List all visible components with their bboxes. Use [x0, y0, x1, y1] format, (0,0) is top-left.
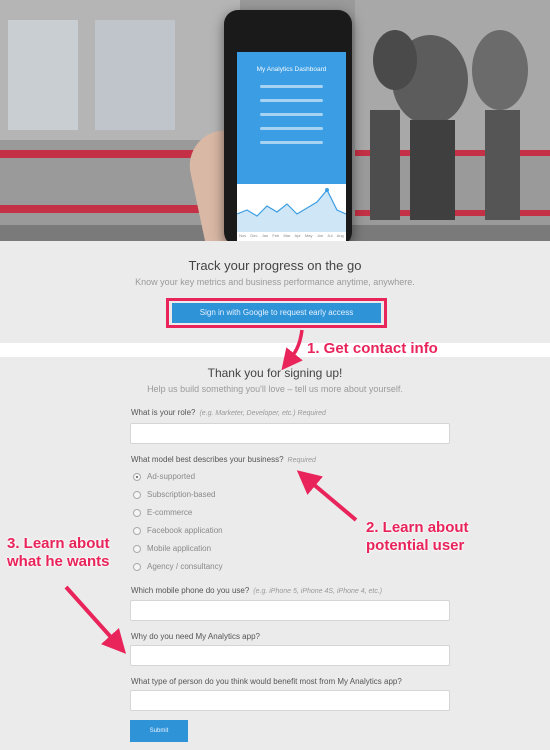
radio-label: Ad-supported	[147, 472, 196, 481]
phone-chart-month: Jan	[261, 233, 269, 238]
annotation-step3-line1: 3. Learn about	[7, 535, 110, 552]
radio-label: Facebook application	[147, 526, 223, 535]
radio-label: E-commerce	[147, 508, 193, 517]
model-hint: Required	[287, 457, 316, 464]
business-model-option[interactable]: Ad-supported	[133, 472, 195, 481]
business-model-option[interactable]: E-commerce	[133, 508, 192, 517]
phone-line-chart	[237, 188, 346, 232]
hero-image: My Analytics Dashboard Nov Dec Jan Feb Mar Ap…	[0, 0, 550, 241]
phone-chart-months: Nov Dec Jan Feb Mar Apr May Jun Jul Aug	[237, 233, 346, 238]
radio-button[interactable]	[133, 508, 141, 517]
who-input[interactable]	[130, 690, 450, 711]
business-model-option[interactable]: Facebook application	[133, 526, 223, 535]
arrow-step2	[296, 470, 358, 522]
phone-chart-month: Aug	[336, 233, 344, 238]
radio-button[interactable]	[133, 472, 141, 481]
phone-chart-month: Mar	[283, 233, 291, 238]
arrow-step3	[64, 585, 127, 654]
radio-label: Mobile application	[147, 544, 212, 553]
section-divider	[0, 343, 550, 357]
phone-chart-month: Dec	[250, 233, 258, 238]
phone-chart-month: Jun	[316, 233, 324, 238]
radio-button[interactable]	[133, 490, 141, 499]
phone-chart-month: Feb	[272, 233, 280, 238]
radio-button[interactable]	[133, 562, 141, 571]
radio-label: Subscription-based	[147, 490, 216, 499]
phone-chart-month: May	[304, 233, 313, 238]
business-model-option[interactable]: Mobile application	[133, 544, 211, 553]
who-label: What type of person do you think would b…	[131, 677, 402, 686]
form-title: Thank you for signing up!	[207, 366, 343, 380]
need-input[interactable]	[130, 645, 450, 666]
role-hint: (e.g. Marketer, Developer, etc.) Require…	[199, 410, 326, 417]
phone-chart-month: Jul	[327, 233, 333, 238]
phone-chart-month: Nov	[239, 233, 247, 238]
annotation-step2-line1: 2. Learn about	[366, 519, 469, 536]
radio-button[interactable]	[133, 544, 141, 553]
annotation-step3-line2: what he wants	[7, 553, 110, 570]
intro-title: Track your progress on the go	[188, 258, 362, 273]
radio-label: Agency / consultancy	[147, 562, 223, 571]
submit-button[interactable]: Submit	[130, 720, 188, 742]
form-subtitle: Help us build something you'll love – te…	[147, 384, 403, 394]
phone-hint: (e.g. iPhone 5, iPhone 4S, iPhone 4, etc…	[253, 588, 383, 595]
phone-screen: My Analytics Dashboard Nov Dec Jan Feb Mar Ap…	[237, 52, 346, 241]
radio-button[interactable]	[133, 526, 141, 535]
phone-label: Which mobile phone do you use? (e.g. iPho…	[131, 586, 383, 595]
intro-subtitle: Know your key metrics and business perfo…	[135, 277, 415, 287]
need-label: Why do you need My Analytics app?	[131, 632, 260, 641]
phone-app-title: My Analytics Dashboard	[256, 66, 327, 73]
google-signin-button[interactable]: Sign in with Google to request early acc…	[172, 303, 381, 323]
business-model-option[interactable]: Subscription-based	[133, 490, 215, 499]
role-label: What is your role? (e.g. Marketer, Develo…	[131, 408, 326, 417]
annotation-step1: 1. Get contact info	[307, 340, 438, 357]
annotation-step2-line2: potential user	[366, 537, 465, 554]
phone-input[interactable]	[130, 600, 450, 621]
business-model-option[interactable]: Agency / consultancy	[133, 562, 223, 571]
model-label: What model best describes your business?…	[131, 455, 316, 464]
phone-chart-month: Apr	[294, 233, 301, 238]
role-input[interactable]	[130, 423, 450, 444]
